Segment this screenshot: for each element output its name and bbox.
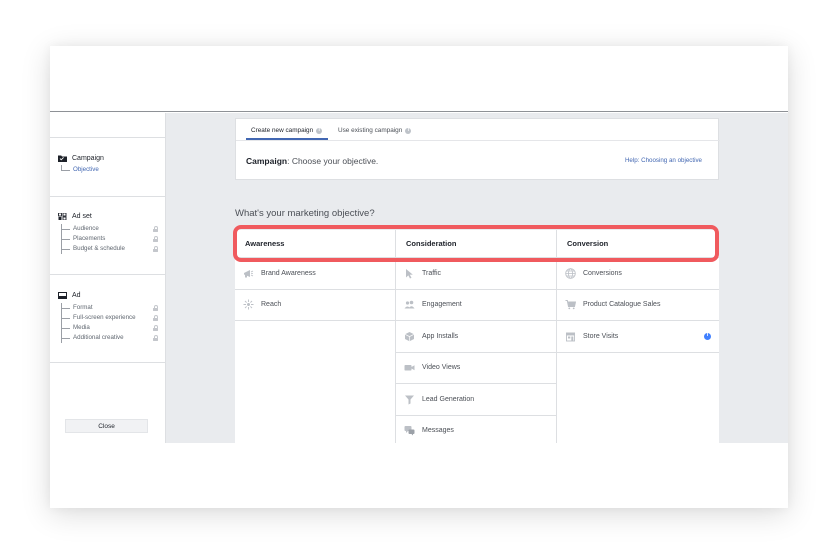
ad-tree: Format Full-screen experience Media Addi… [61,303,162,343]
sidebar-item-label: Full-screen experience [73,314,136,321]
objective-label: Messages [422,427,454,435]
panel-title-bold: Campaign [246,156,288,166]
objective-label: Video Views [422,364,461,372]
sidebar-section-ad-set[interactable]: Ad set [58,213,92,220]
sidebar-item-label: Audience [73,225,99,232]
main-area: Campaign Objective Ad set Audience Place… [50,113,788,443]
objective-label: Engagement [422,301,462,309]
store-icon [566,332,575,342]
objective-question: What's your marketing objective? [235,208,375,219]
panel-divider [236,140,720,141]
info-icon[interactable] [316,127,323,134]
objective-video-views[interactable]: Video Views [396,353,556,384]
objective-brand-awareness[interactable]: Brand Awareness [235,258,395,290]
objective-label: App Installs [422,332,459,340]
sidebar-item-additional-creative[interactable]: Additional creative [62,333,162,343]
lock-icon [153,246,158,252]
objective-engagement[interactable]: Engagement [396,290,556,321]
objective-traffic[interactable]: Traffic [396,258,556,290]
sidebar-divider [50,137,166,138]
sidebar-item-label: Placements [73,235,106,242]
bottom-bar [50,443,788,508]
cursor-icon [406,268,413,279]
sidebar-item-budget-schedule[interactable]: Budget & schedule [62,244,162,254]
sidebar-item-format[interactable]: Format [62,303,162,313]
close-button[interactable]: Close [65,419,148,433]
tab-label: Use existing campaign [338,127,403,134]
sidebar-item-label: Additional creative [73,334,124,341]
sidebar-item-placements[interactable]: Placements [62,234,162,244]
objective-label: Traffic [422,269,442,277]
sidebar-divider [50,362,166,363]
tab-use-existing-campaign[interactable]: Use existing campaign [338,127,412,134]
tab-create-new-campaign[interactable]: Create new campaign [251,127,323,134]
sidebar-section-ad[interactable]: Ad [58,292,81,299]
objective-product-catalogue-sales[interactable]: Product Catalogue Sales [557,290,719,321]
objective-label: Conversions [583,269,622,277]
top-bar [50,46,788,112]
sidebar-divider [50,274,166,275]
sidebar-divider [50,196,166,197]
megaphone-icon [244,269,254,278]
lock-icon [153,226,158,232]
objective-lead-generation[interactable]: Lead Generation [396,384,556,416]
objective-store-visits[interactable]: Store Visits [557,321,719,353]
objective-reach[interactable]: Reach [235,290,395,321]
people-icon [404,300,415,309]
sidebar-item-label: Format [73,304,93,311]
info-icon[interactable] [704,332,711,340]
sidebar-section-title: Campaign [72,155,104,162]
folder-icon [58,155,67,162]
sidebar-section-campaign[interactable]: Campaign [58,155,104,162]
reach-burst-icon [243,299,254,310]
objective-messages[interactable]: Messages [396,416,556,444]
objective-label: Reach [261,301,282,309]
ad-set-tree: Audience Placements Budget & schedule [61,224,162,254]
lock-icon [153,325,158,331]
funnel-icon [405,395,414,405]
objective-label: Product Catalogue Sales [583,301,661,309]
globe-icon [565,267,576,279]
video-camera-icon [404,365,415,371]
sidebar-item-audience[interactable]: Audience [62,224,162,234]
objective-label: Lead Generation [422,395,475,403]
ads-manager-window: Campaign Objective Ad set Audience Place… [50,46,788,508]
campaign-tree: Objective [61,165,162,173]
chat-bubbles-icon [404,426,415,436]
lock-icon [153,236,158,242]
panel-title-rest: : Choose your objective. [287,156,379,166]
sidebar-item-label: Budget & schedule [73,245,125,252]
objective-label: Store Visits [583,332,619,340]
info-icon[interactable] [405,127,412,134]
objective-label: Brand Awareness [261,269,316,277]
panel-title: Campaign: Choose your objective. [246,156,378,166]
campaign-panel: Create new campaign Use existing campaig… [235,118,720,180]
sidebar-section-title: Ad set [72,213,92,220]
sidebar-item-label: Media [73,324,90,331]
ad-window-icon [58,292,67,299]
lock-icon [153,335,158,341]
cube-icon [404,331,415,342]
grid-icon [58,213,67,220]
shopping-cart-icon [565,300,576,310]
sidebar-item-objective[interactable]: Objective [62,165,162,175]
tab-label: Create new campaign [251,127,314,134]
sidebar-item-media[interactable]: Media [62,323,162,333]
sidebar-item-full-screen-experience[interactable]: Full-screen experience [62,313,162,323]
lock-icon [153,305,158,311]
sidebar: Campaign Objective Ad set Audience Place… [50,113,166,443]
objective-app-installs[interactable]: App Installs [396,321,556,353]
lock-icon [153,315,158,321]
sidebar-item-label: Objective [73,166,99,173]
objective-conversions[interactable]: Conversions [557,258,719,290]
help-link[interactable]: Help: Choosing an objective [625,157,702,164]
objective-headers-highlight [233,225,719,262]
sidebar-section-title: Ad [72,292,81,299]
